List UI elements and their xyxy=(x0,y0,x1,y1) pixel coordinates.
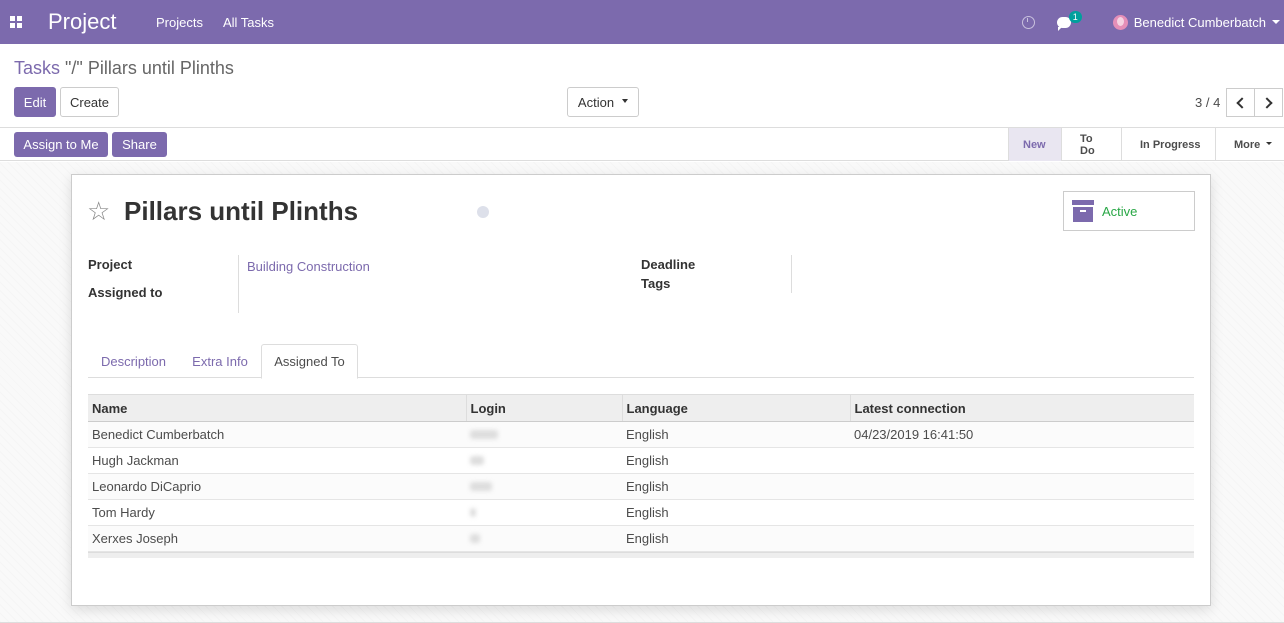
edit-button[interactable]: Edit xyxy=(14,87,56,117)
caret-down-icon xyxy=(622,99,629,103)
caret-down-icon xyxy=(1266,142,1273,145)
cell-login xyxy=(466,499,622,526)
project-field-label: Project xyxy=(88,257,133,272)
priority-star-icon[interactable]: ☆ xyxy=(87,197,110,225)
cell-latest-connection xyxy=(850,447,1194,474)
cell-language: English xyxy=(622,499,850,526)
task-title: Pillars until Plinths xyxy=(124,196,359,226)
breadcrumb: Tasks "/" Pillars until Plinths xyxy=(14,58,234,79)
cell-latest-connection xyxy=(850,473,1194,500)
app-brand: Project xyxy=(48,9,117,34)
pager-next-button[interactable] xyxy=(1254,88,1283,117)
cell-language: English xyxy=(622,421,850,448)
assign-to-me-button[interactable]: Assign to Me xyxy=(14,132,108,157)
active-toggle-button[interactable]: Active xyxy=(1063,191,1195,231)
column-header-language[interactable]: Language xyxy=(621,394,850,422)
create-button[interactable]: Create xyxy=(60,87,119,117)
assigned-users-table: Name Login Language Latest connection Be… xyxy=(88,394,1194,552)
chevron-left-icon xyxy=(1236,96,1248,109)
cell-login xyxy=(466,525,622,552)
table-row[interactable]: Xerxes Joseph English xyxy=(88,525,1194,552)
tab-assigned-to[interactable]: Assigned To xyxy=(261,344,358,379)
breadcrumb-tasks-link[interactable]: Tasks xyxy=(14,58,60,78)
table-header-row: Name Login Language Latest connection xyxy=(88,394,1194,422)
activity-clock-icon[interactable] xyxy=(1021,15,1035,29)
top-navbar: Project Projects All Tasks 1 Benedict Cu… xyxy=(0,0,1284,44)
table-row[interactable]: Hugh Jackman English xyxy=(88,447,1194,474)
cell-latest-connection xyxy=(850,499,1194,526)
form-sheet: ☆ Pillars until Plinths Active Project A… xyxy=(71,174,1211,606)
apps-menu-icon[interactable] xyxy=(2,0,30,44)
action-dropdown[interactable]: Action xyxy=(567,87,639,117)
cell-login xyxy=(466,421,622,448)
table-row[interactable]: Benedict Cumberbatch English 04/23/2019 … xyxy=(88,421,1194,448)
column-header-login[interactable]: Login xyxy=(465,394,622,422)
table-row[interactable]: Tom Hardy English xyxy=(88,499,1194,526)
stage-pipeline: New To Do In Progress More xyxy=(1008,128,1284,161)
cell-latest-connection xyxy=(850,525,1194,552)
share-button[interactable]: Share xyxy=(112,132,167,157)
tab-description[interactable]: Description xyxy=(88,344,179,378)
field-divider xyxy=(238,255,239,313)
cell-latest-connection: 04/23/2019 16:41:50 xyxy=(850,421,1194,448)
stage-to-do[interactable]: To Do xyxy=(1061,128,1121,161)
column-header-name[interactable]: Name xyxy=(88,394,466,422)
active-status-label: Active xyxy=(1102,203,1138,219)
cell-language: English xyxy=(622,447,850,474)
tab-extra-info[interactable]: Extra Info xyxy=(179,344,261,378)
deadline-field-label: Deadline xyxy=(641,257,696,272)
user-menu-caret-icon[interactable] xyxy=(1272,20,1280,24)
project-field-value[interactable]: Building Construction xyxy=(247,259,370,274)
user-menu-name[interactable]: Benedict Cumberbatch xyxy=(1134,15,1266,30)
stage-new[interactable]: New xyxy=(1008,128,1061,161)
cell-language: English xyxy=(622,525,850,552)
archive-icon xyxy=(1072,200,1094,222)
pager-previous-button[interactable] xyxy=(1226,88,1255,117)
breadcrumb-separator: "/" xyxy=(60,58,88,78)
field-divider xyxy=(791,255,792,293)
table-footer xyxy=(88,552,1194,558)
stage-more-dropdown[interactable]: More xyxy=(1215,128,1284,161)
cell-language: English xyxy=(622,473,850,500)
tags-field-label: Tags xyxy=(641,276,671,291)
nav-item-projects[interactable]: Projects xyxy=(156,15,203,30)
form-statusbar: Assign to Me Share New To Do In Progress… xyxy=(0,128,1284,161)
nav-item-all-tasks[interactable]: All Tasks xyxy=(223,15,274,30)
kanban-state-dot-icon[interactable] xyxy=(477,206,489,218)
notebook-tabs: Description Extra Info Assigned To xyxy=(88,344,1194,379)
column-header-latest-connection[interactable]: Latest connection xyxy=(849,394,1194,422)
table-row[interactable]: Leonardo DiCaprio English xyxy=(88,473,1194,500)
breadcrumb-current: Pillars until Plinths xyxy=(87,58,234,78)
action-dropdown-label: Action xyxy=(577,94,615,110)
stage-in-progress[interactable]: In Progress xyxy=(1121,128,1215,161)
navbar-systray: 1 Benedict Cumberbatch xyxy=(1021,0,1284,44)
pager-value[interactable]: 3 / 4 xyxy=(1195,95,1220,110)
assigned-to-field-label: Assigned to xyxy=(88,285,163,300)
nav-menu: Projects All Tasks xyxy=(156,15,294,30)
cell-name: Xerxes Joseph xyxy=(88,525,466,552)
chat-count-badge: 1 xyxy=(1068,10,1082,23)
stage-more-label: More xyxy=(1234,138,1261,151)
cell-name: Leonardo DiCaprio xyxy=(88,473,466,500)
user-avatar[interactable] xyxy=(1112,14,1128,30)
cell-name: Benedict Cumberbatch xyxy=(88,421,466,448)
cell-name: Hugh Jackman xyxy=(88,447,466,474)
chevron-right-icon xyxy=(1261,96,1273,109)
cell-name: Tom Hardy xyxy=(88,499,466,526)
cell-login xyxy=(466,447,622,474)
cell-login xyxy=(466,473,622,500)
messaging-menu[interactable]: 1 xyxy=(1056,10,1082,31)
